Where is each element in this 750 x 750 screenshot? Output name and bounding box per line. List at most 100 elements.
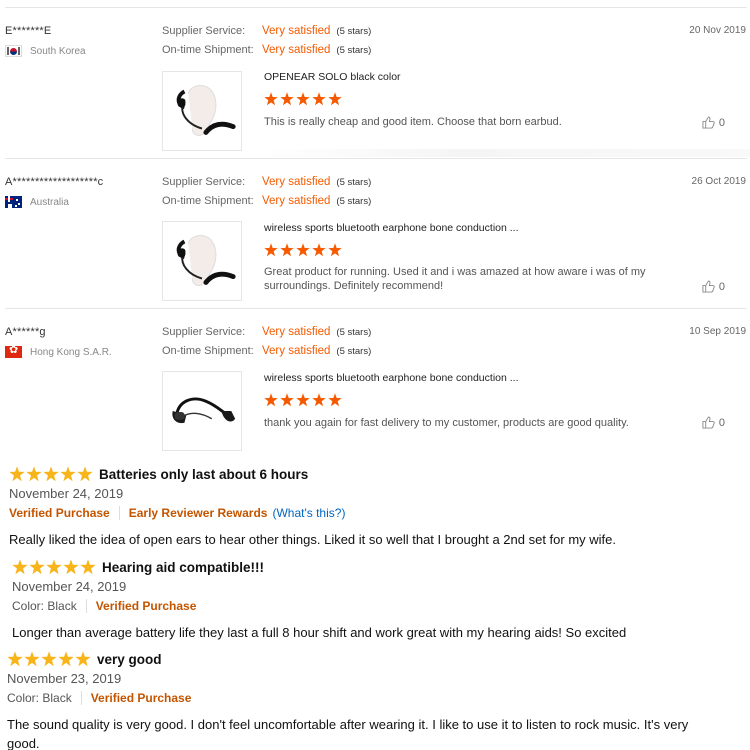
rating-stars: [264, 92, 342, 106]
like-button[interactable]: 0: [702, 116, 725, 129]
supplier-service-row: Supplier Service: Very satisfied (5 star…: [162, 176, 371, 188]
ali-review-2: A*******************c Australia Supplier…: [5, 158, 747, 308]
like-count: 0: [718, 416, 725, 429]
star-icon: [328, 243, 342, 257]
divider: [264, 149, 750, 157]
south-korea-flag-icon: [5, 45, 22, 57]
review-title[interactable]: Batteries only last about 6 hours: [99, 467, 308, 482]
supplier-service-stars: (5 stars): [336, 177, 372, 188]
star-icon: [9, 466, 25, 482]
like-count: 0: [718, 116, 725, 129]
shipment-value: Very satisfied: [262, 345, 331, 357]
review-date: November 24, 2019: [12, 579, 127, 594]
reviewer-name: E*******E: [5, 25, 52, 37]
star-icon: [58, 651, 74, 667]
product-thumbnail[interactable]: [162, 371, 242, 451]
review-body: Longer than average battery life they la…: [12, 625, 627, 640]
color-variant: Color: Black: [12, 599, 77, 613]
product-title[interactable]: OPENEAR SOLO black color: [264, 71, 401, 83]
review-date: November 24, 2019: [9, 486, 124, 501]
supplier-service-row: Supplier Service: Very satisfied (5 star…: [162, 25, 371, 37]
color-variant: Color: Black: [7, 691, 72, 705]
review-title[interactable]: Hearing aid compatible!!!: [102, 560, 264, 575]
review-body: Really liked the idea of open ears to he…: [9, 532, 617, 547]
hong-kong-flag-icon: [5, 346, 22, 358]
review-text: Great product for running. Used it and i…: [264, 266, 646, 292]
star-icon: [60, 466, 76, 482]
country-label: South Korea: [30, 45, 86, 57]
star-icon: [328, 92, 342, 106]
product-title[interactable]: wireless sports bluetooth earphone bone …: [264, 222, 519, 234]
supplier-service-value: Very satisfied: [262, 25, 331, 37]
star-icon: [328, 393, 342, 407]
like-button[interactable]: 0: [702, 416, 725, 429]
review-meta: Color: Black Verified Purchase: [12, 599, 750, 613]
divider: [80, 691, 82, 705]
star-icon: [312, 243, 326, 257]
star-icon: [43, 466, 59, 482]
rating-stars: [7, 651, 91, 667]
star-icon: [312, 92, 326, 106]
review-text: thank you again for fast delivery to my …: [264, 417, 629, 429]
review-title[interactable]: very good: [97, 652, 162, 667]
review-date: 26 Oct 2019: [691, 176, 746, 187]
star-icon: [264, 92, 278, 106]
earphone-on-ear-image: [176, 85, 236, 136]
divider: [118, 506, 120, 520]
customer-review-2: Hearing aid compatible!!! November 24, 2…: [12, 559, 750, 642]
star-icon: [312, 393, 326, 407]
product-title[interactable]: wireless sports bluetooth earphone bone …: [264, 372, 519, 384]
review-text: This is really cheap and good item. Choo…: [264, 116, 562, 128]
supplier-service-row: Supplier Service: Very satisfied (5 star…: [162, 326, 371, 338]
star-icon: [63, 559, 79, 575]
verified-purchase-badge: Verified Purchase: [9, 506, 110, 520]
supplier-service-value: Very satisfied: [262, 176, 331, 188]
star-icon: [46, 559, 62, 575]
star-icon: [280, 92, 294, 106]
review-body: The sound quality is very good. I don't …: [7, 717, 689, 750]
supplier-service-value: Very satisfied: [262, 326, 331, 338]
review-header: Batteries only last about 6 hours: [9, 466, 749, 482]
review-header: Hearing aid compatible!!!: [12, 559, 750, 575]
star-icon: [29, 559, 45, 575]
star-icon: [24, 651, 40, 667]
shipment-label: On-time Shipment:: [162, 195, 254, 207]
star-icon: [280, 243, 294, 257]
shipment-label: On-time Shipment:: [162, 345, 254, 357]
supplier-service-label: Supplier Service:: [162, 176, 246, 188]
like-button[interactable]: 0: [702, 280, 725, 293]
shipment-row: On-time Shipment: Very satisfied (5 star…: [162, 345, 371, 357]
star-icon: [12, 559, 28, 575]
shipment-stars: (5 stars): [336, 346, 372, 357]
review-meta: Verified Purchase Early Reviewer Rewards…: [9, 506, 749, 520]
thumbs-up-icon: [702, 280, 715, 293]
star-icon: [296, 92, 310, 106]
supplier-service-label: Supplier Service:: [162, 326, 246, 338]
like-count: 0: [718, 280, 725, 293]
rating-stars: [264, 243, 342, 257]
ali-review-3: A******g Hong Kong S.A.R. Supplier Servi…: [5, 308, 747, 458]
customer-review-3: very good November 23, 2019 Color: Black…: [7, 651, 707, 750]
earphone-product-image: [172, 397, 236, 424]
star-icon: [41, 651, 57, 667]
shipment-row: On-time Shipment: Very satisfied (5 star…: [162, 195, 371, 207]
supplier-service-stars: (5 stars): [336, 26, 372, 37]
product-thumbnail[interactable]: [162, 71, 242, 151]
shipment-value: Very satisfied: [262, 44, 331, 56]
earphone-on-ear-image: [176, 235, 236, 286]
star-icon: [7, 651, 23, 667]
star-icon: [26, 466, 42, 482]
rating-stars: [12, 559, 96, 575]
australia-flag-icon: [5, 196, 22, 208]
shipment-label: On-time Shipment:: [162, 44, 254, 56]
star-icon: [296, 393, 310, 407]
country-label: Hong Kong S.A.R.: [30, 346, 112, 358]
shipment-value: Very satisfied: [262, 195, 331, 207]
verified-purchase-badge: Verified Purchase: [95, 599, 197, 613]
product-thumbnail[interactable]: [162, 221, 242, 301]
rating-stars: [9, 466, 93, 482]
rating-stars: [264, 393, 342, 407]
star-icon: [77, 466, 93, 482]
whats-this-link[interactable]: (What's this?): [272, 506, 345, 520]
star-icon: [264, 393, 278, 407]
